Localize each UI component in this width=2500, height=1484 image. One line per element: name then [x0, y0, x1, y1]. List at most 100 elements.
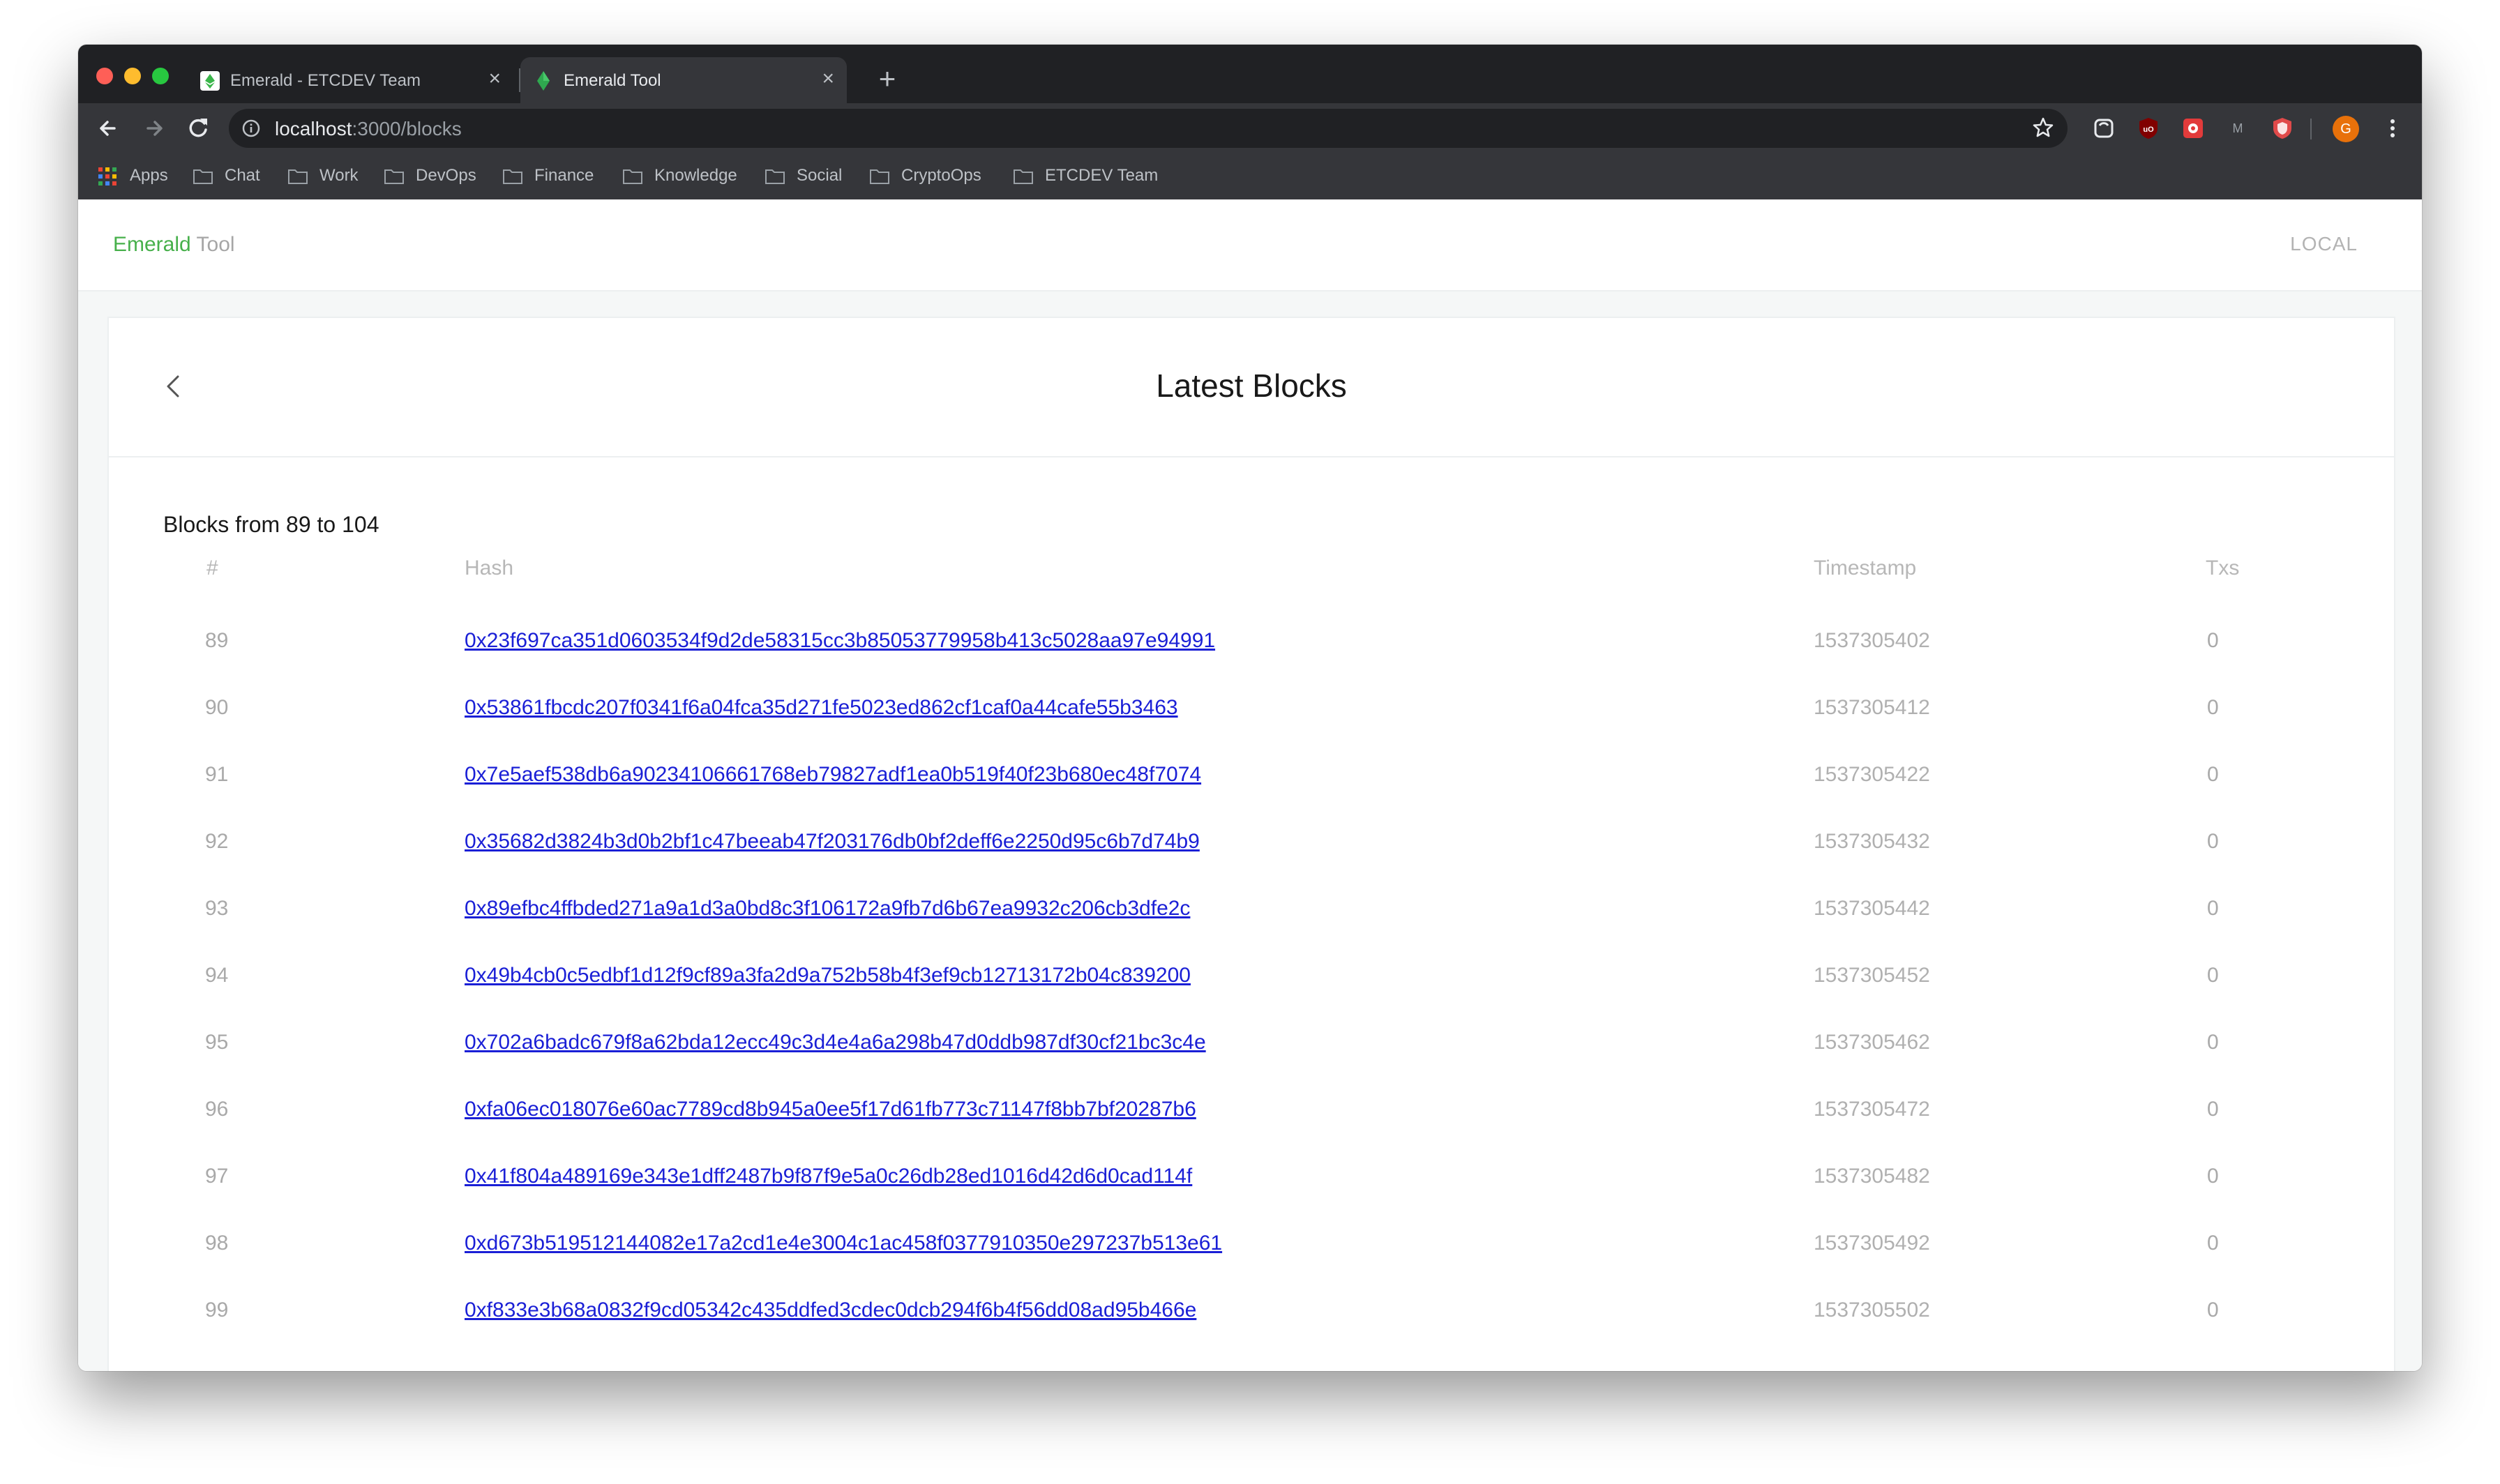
network-indicator[interactable]: LOCAL	[2290, 233, 2358, 255]
table-row: 94 0x49b4cb0c5edbf1d12f9cf89a3fa2d9a752b…	[109, 946, 2394, 1013]
bookmark-label: DevOps	[416, 166, 476, 185]
svg-text:M: M	[2233, 121, 2243, 135]
block-tx-count: 0	[2207, 696, 2219, 719]
block-number: 99	[205, 1298, 229, 1322]
minimize-window-button[interactable]	[124, 68, 141, 84]
close-window-button[interactable]	[96, 68, 113, 84]
site-info-icon[interactable]	[241, 119, 261, 138]
block-hash-link[interactable]: 0x23f697ca351d0603534f9d2de58315cc3b8505…	[465, 629, 1215, 653]
app-logo[interactable]: Emerald Tool	[113, 233, 235, 257]
new-tab-button[interactable]: +	[873, 64, 901, 93]
block-number: 96	[205, 1098, 229, 1121]
table-row: 91 0x7e5aef538db6a90234106661768eb79827a…	[109, 745, 2394, 812]
url-text: localhost:3000/blocks	[275, 118, 462, 140]
block-hash-link[interactable]: 0x7e5aef538db6a90234106661768eb79827adf1…	[465, 763, 1201, 787]
url-host: localhost	[275, 118, 352, 139]
block-timestamp: 1537305452	[1814, 964, 1930, 987]
block-number: 94	[205, 964, 229, 987]
block-hash-link[interactable]: 0x49b4cb0c5edbf1d12f9cf89a3fa2d9a752b58b…	[465, 964, 1191, 987]
column-header-timestamp: Timestamp	[1814, 556, 1917, 580]
block-timestamp: 1537305502	[1814, 1298, 1930, 1322]
forward-arrow-icon[interactable]	[138, 113, 169, 144]
bookmarks-bar: Apps Chat Work DevOps Finance Knowledge	[78, 153, 2422, 200]
tab-title: Emerald Tool	[564, 71, 661, 90]
bookmark-label: Finance	[534, 166, 594, 185]
block-number: 93	[205, 897, 229, 920]
tab-strip: Emerald - ETCDEV Team × Emerald Tool × +	[78, 45, 2422, 103]
block-timestamp: 1537305432	[1814, 830, 1930, 853]
table-row: 96 0xfa06ec018076e60ac7789cd8b945a0ee5f1…	[109, 1080, 2394, 1146]
folder-icon	[1014, 169, 1033, 184]
block-tx-count: 0	[2207, 763, 2219, 786]
emerald-favicon-icon	[537, 71, 550, 91]
folder-icon	[765, 169, 785, 184]
block-hash-link[interactable]: 0x35682d3824b3d0b2bf1c47beeab47f203176db…	[465, 830, 1200, 854]
block-hash-link[interactable]: 0x53861fbcdc207f0341f6a04fca35d271fe5023…	[465, 696, 1178, 720]
folder-icon	[503, 169, 522, 184]
block-hash-link[interactable]: 0x89efbc4ffbded271a9a1d3a0bd8c3f106172a9…	[465, 897, 1190, 921]
block-number: 95	[205, 1031, 229, 1054]
block-tx-count: 0	[2207, 1165, 2219, 1188]
bookmark-label: Social	[797, 166, 843, 185]
table-row: 98 0xd673b519512144082e17a2cd1e4e3004c1a…	[109, 1213, 2394, 1280]
block-timestamp: 1537305412	[1814, 696, 1930, 719]
folder-icon	[870, 169, 889, 184]
address-bar[interactable]: localhost:3000/blocks	[229, 109, 2068, 148]
block-number: 91	[205, 763, 229, 786]
tab-title: Emerald - ETCDEV Team	[230, 71, 421, 90]
browser-toolbar: localhost:3000/blocks uO M G	[78, 103, 2422, 153]
bookmark-label: Knowledge	[654, 166, 737, 185]
maximize-window-button[interactable]	[152, 68, 169, 84]
shield-extension-icon[interactable]	[2270, 116, 2295, 141]
block-tx-count: 0	[2207, 629, 2219, 652]
table-row: 92 0x35682d3824b3d0b2bf1c47beeab47f20317…	[109, 812, 2394, 879]
reload-icon[interactable]	[183, 113, 213, 144]
m-extension-icon[interactable]: M	[2225, 116, 2250, 141]
card-header: Latest Blocks	[109, 318, 2394, 457]
bookmark-label: ETCDEV Team	[1045, 166, 1159, 185]
ublock-extension-icon[interactable]: uO	[2136, 116, 2161, 141]
block-hash-link[interactable]: 0x41f804a489169e343e1dff2487b9f87f9e5a0c…	[465, 1165, 1192, 1188]
block-hash-link[interactable]: 0xd673b519512144082e17a2cd1e4e3004c1ac45…	[465, 1232, 1222, 1255]
block-timestamp: 1537305442	[1814, 897, 1930, 920]
tab-emerald-tool[interactable]: Emerald Tool ×	[520, 57, 847, 103]
browser-window: Emerald - ETCDEV Team × Emerald Tool × +	[78, 45, 2422, 1371]
block-hash-link[interactable]: 0x702a6badc679f8a62bda12ecc49c3d4e4a6a29…	[465, 1031, 1206, 1054]
block-timestamp: 1537305472	[1814, 1098, 1930, 1121]
back-arrow-icon[interactable]	[93, 113, 124, 144]
block-hash-link[interactable]: 0xf833e3b68a0832f9cd05342c435ddfed3cdec0…	[465, 1298, 1196, 1322]
apps-grid-icon	[98, 167, 116, 186]
block-number: 92	[205, 830, 229, 853]
bookmark-label: Chat	[225, 166, 260, 185]
bookmark-label: Work	[319, 166, 359, 185]
bookmark-star-icon[interactable]	[2031, 116, 2055, 139]
column-header-txs: Txs	[2206, 556, 2240, 580]
block-number: 97	[205, 1165, 229, 1188]
folder-icon	[384, 169, 404, 184]
browser-menu-icon[interactable]	[2379, 114, 2407, 142]
url-path: :3000/blocks	[352, 118, 462, 139]
brand-secondary: Tool	[196, 233, 235, 256]
tab-close-icon[interactable]: ×	[822, 68, 834, 89]
block-timestamp: 1537305492	[1814, 1232, 1930, 1255]
table-row: 90 0x53861fbcdc207f0341f6a04fca35d271fe5…	[109, 678, 2394, 745]
block-tx-count: 0	[2207, 1232, 2219, 1255]
brand-primary: Emerald	[113, 233, 191, 256]
app-header: Emerald Tool LOCAL	[78, 199, 2422, 292]
block-timestamp: 1537305482	[1814, 1165, 1930, 1188]
block-hash-link[interactable]: 0xfa06ec018076e60ac7789cd8b945a0ee5f17d6…	[465, 1098, 1196, 1121]
sync-extension-icon[interactable]	[2091, 116, 2116, 141]
bookmark-label: CryptoOps	[901, 166, 981, 185]
tab-close-icon[interactable]: ×	[488, 68, 501, 89]
profile-avatar[interactable]: G	[2333, 116, 2359, 142]
block-number: 89	[205, 629, 229, 652]
browser-chrome: Emerald - ETCDEV Team × Emerald Tool × +	[78, 45, 2422, 200]
table-header: # Hash Timestamp Txs	[109, 556, 2394, 591]
block-tx-count: 0	[2207, 1031, 2219, 1054]
folder-icon	[623, 169, 642, 184]
tab-emerald-etcdev[interactable]: Emerald - ETCDEV Team ×	[187, 57, 513, 103]
block-tx-count: 0	[2207, 897, 2219, 920]
red-extension-icon[interactable]	[2181, 116, 2206, 141]
block-tx-count: 0	[2207, 1098, 2219, 1121]
page-title: Latest Blocks	[1156, 368, 1347, 404]
